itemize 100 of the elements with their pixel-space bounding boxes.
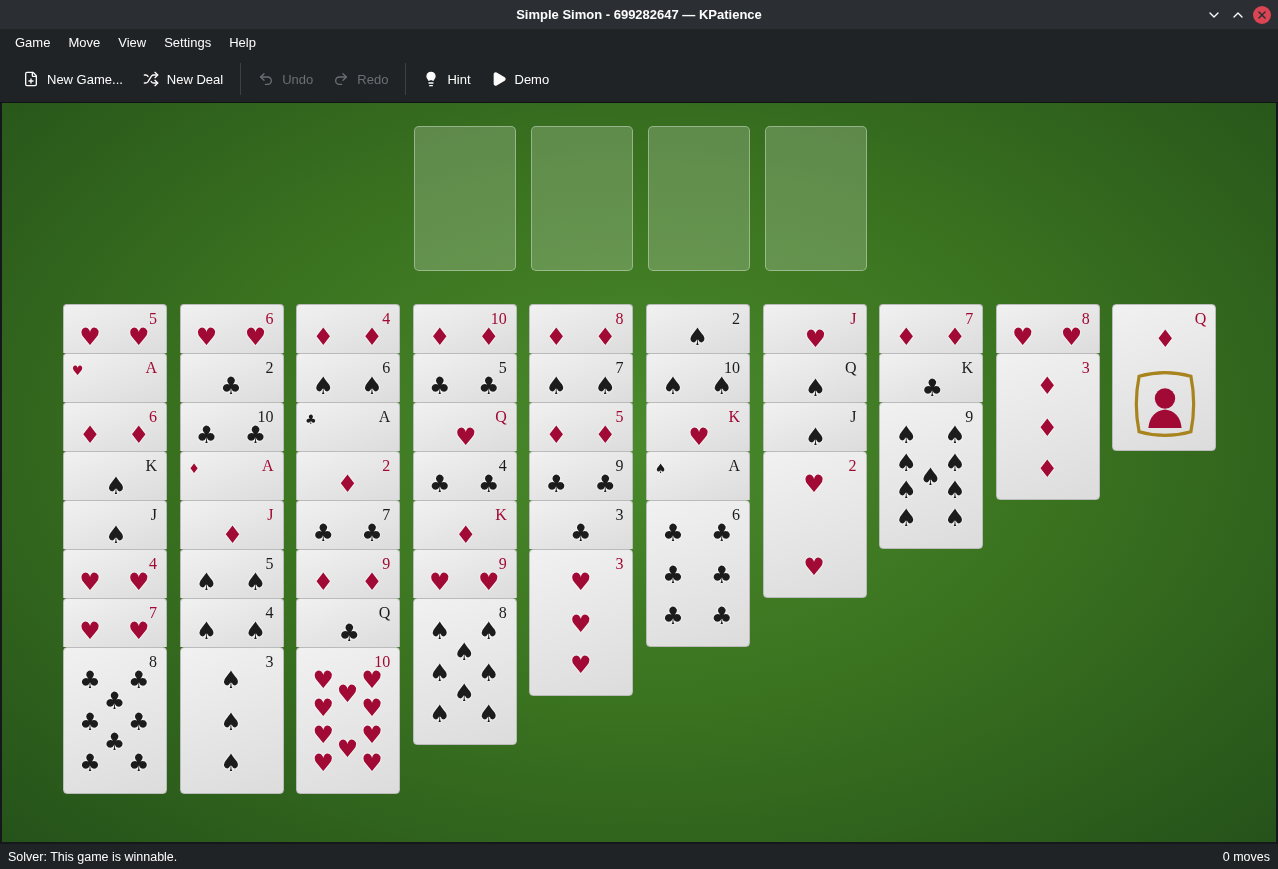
suit-pip: ♥	[570, 570, 592, 595]
foundation-slot[interactable]	[414, 126, 516, 271]
playing-card[interactable]: 8 ♠ ♠ ♠ ♠ ♠ ♠ ♠ ♠	[412, 598, 517, 745]
close-button[interactable]	[1253, 5, 1271, 24]
playing-card[interactable]: 8 ♥ ♥	[995, 304, 1100, 353]
suit-pip: ♦	[336, 472, 359, 497]
playing-card[interactable]: 7 ♥ ♥	[63, 598, 167, 647]
playing-card[interactable]: 4 ♣ ♣	[412, 451, 517, 500]
window-title: Simple Simon - 699282647 — KPatience	[516, 7, 762, 22]
playing-card[interactable]: 9 ♥ ♥	[412, 549, 517, 598]
playing-card[interactable]: 7 ♠ ♠	[529, 353, 634, 402]
menu-item[interactable]: Help	[220, 35, 265, 50]
rank-label: 7	[149, 604, 157, 622]
playing-card[interactable]: 5 ♦ ♦	[529, 402, 634, 451]
menu-item[interactable]: Move	[59, 35, 110, 50]
foundation-slot[interactable]	[648, 126, 750, 271]
playing-card[interactable]: 6 ♥ ♥	[179, 304, 284, 353]
suit-pip: ♣	[195, 423, 218, 448]
toolbar-button[interactable]: New Deal	[133, 65, 233, 93]
rank-label: 7	[615, 359, 624, 377]
playing-card[interactable]: 4 ♠ ♠	[179, 598, 284, 647]
playing-card[interactable]: 9 ♠ ♠ ♠ ♠ ♠ ♠ ♠ ♠ ♠	[879, 402, 984, 549]
suit-pip: ♠	[477, 619, 500, 644]
menu-item[interactable]: View	[109, 35, 156, 50]
suit-pip: ♣	[338, 620, 360, 645]
playing-card[interactable]: K ♥	[645, 402, 750, 451]
playing-card[interactable]: 2 ♦	[296, 451, 401, 500]
playing-card[interactable]: K ♦	[412, 500, 517, 549]
suit-pip: ♥	[361, 750, 383, 775]
playing-card[interactable]: 2 ♥ ♥	[762, 451, 867, 598]
rank-label: 10	[257, 408, 274, 425]
suit-pip: ♣	[662, 603, 684, 628]
suit-pip: ♥	[244, 325, 267, 350]
toolbar-button[interactable]: Hint	[414, 65, 480, 93]
playing-card[interactable]: 7 ♣ ♣	[296, 500, 401, 549]
playing-card[interactable]: 3 ♥ ♥ ♥	[529, 549, 634, 696]
playing-card[interactable]: 9 ♦ ♦	[296, 549, 401, 598]
playing-card[interactable]: J ♠	[63, 500, 167, 549]
suit-pip: ♣	[128, 750, 150, 775]
playing-card[interactable]: 4 ♥ ♥	[63, 549, 167, 598]
rank-label: 10	[490, 310, 507, 327]
close-icon	[1256, 8, 1268, 21]
suit-pip: ♥	[312, 696, 334, 721]
suit-pip: ♠	[220, 709, 242, 734]
playing-card[interactable]: J ♥	[762, 304, 867, 353]
playing-card[interactable]: Q ♦	[1112, 304, 1217, 451]
playing-card[interactable]: 2 ♣	[179, 353, 284, 402]
playing-card[interactable]: 9 ♣ ♣	[529, 451, 634, 500]
rank-label: 3	[615, 555, 624, 573]
rank-label: 3	[615, 506, 624, 524]
playing-card[interactable]: 10 ♠ ♠	[645, 353, 750, 402]
playing-card[interactable]: A ♣	[296, 402, 401, 451]
playing-card[interactable]: 10 ♥ ♥ ♥ ♥ ♥ ♥ ♥ ♥ ♥ ♥	[296, 647, 401, 794]
playing-card[interactable]: 4 ♦ ♦	[296, 304, 401, 353]
playing-card[interactable]: 8 ♣ ♣ ♣ ♣ ♣ ♣ ♣ ♣	[63, 647, 167, 794]
playing-card[interactable]: 3 ♣	[529, 500, 634, 549]
playing-card[interactable]: 3 ♦ ♦ ♦	[995, 353, 1100, 500]
playing-card[interactable]: Q ♣	[296, 598, 401, 647]
rank-label: A	[262, 457, 274, 475]
playing-card[interactable]: K ♠	[63, 451, 167, 500]
suit-pip: ♣	[304, 412, 317, 426]
menu-item[interactable]: Game	[6, 35, 60, 50]
suit-pip: ♥	[312, 722, 334, 747]
suit-pip: ♥	[570, 611, 592, 636]
foundation-slot[interactable]	[765, 126, 867, 271]
playing-card[interactable]: Q ♥	[412, 402, 517, 451]
playing-card[interactable]: K ♣	[879, 353, 984, 402]
suit-pip: ♦	[312, 325, 334, 350]
playing-card[interactable]: 3 ♠ ♠ ♠	[179, 647, 284, 794]
playing-card[interactable]: J ♦	[179, 500, 284, 549]
suit-pip: ♣	[477, 374, 500, 399]
playing-card[interactable]: J ♠	[762, 402, 867, 451]
foundation-slot[interactable]	[531, 126, 633, 271]
playing-card[interactable]: 5 ♣ ♣	[412, 353, 517, 402]
suit-pip: ♣	[220, 374, 242, 399]
suit-pip: ♠	[895, 505, 917, 530]
rank-label: Q	[378, 604, 391, 622]
playing-card[interactable]: 6 ♠ ♠	[296, 353, 401, 402]
toolbar-button[interactable]: Demo	[481, 65, 559, 93]
suit-pip: ♦	[361, 325, 383, 350]
playing-card[interactable]: A ♠	[645, 451, 750, 500]
playing-card[interactable]: 7 ♦ ♦	[879, 304, 984, 353]
playing-card[interactable]: 5 ♥ ♥	[63, 304, 167, 353]
suit-pip: ♠	[361, 374, 383, 399]
suit-pip: ♥	[79, 570, 101, 595]
rank-label: 4	[382, 310, 391, 328]
suit-pip: ♦	[79, 423, 101, 448]
playing-card[interactable]: 5 ♠ ♠	[179, 549, 284, 598]
menu-item[interactable]: Settings	[155, 35, 221, 50]
playing-card[interactable]: 10 ♣ ♣	[179, 402, 284, 451]
suit-pip: ♠	[895, 451, 917, 476]
playing-card[interactable]: 10 ♦ ♦	[412, 304, 517, 353]
playing-card[interactable]: A ♦	[179, 451, 284, 500]
playing-card[interactable]: Q ♠	[762, 353, 867, 402]
playing-card[interactable]: 6 ♣ ♣ ♣ ♣ ♣ ♣	[645, 500, 750, 647]
playing-card[interactable]: A ♥	[63, 353, 167, 402]
playing-card[interactable]: 6 ♦ ♦	[63, 402, 167, 451]
playing-card[interactable]: 8 ♦ ♦	[529, 304, 634, 353]
toolbar-button[interactable]: New Game...	[14, 65, 132, 93]
playing-card[interactable]: 2 ♠	[645, 304, 750, 353]
